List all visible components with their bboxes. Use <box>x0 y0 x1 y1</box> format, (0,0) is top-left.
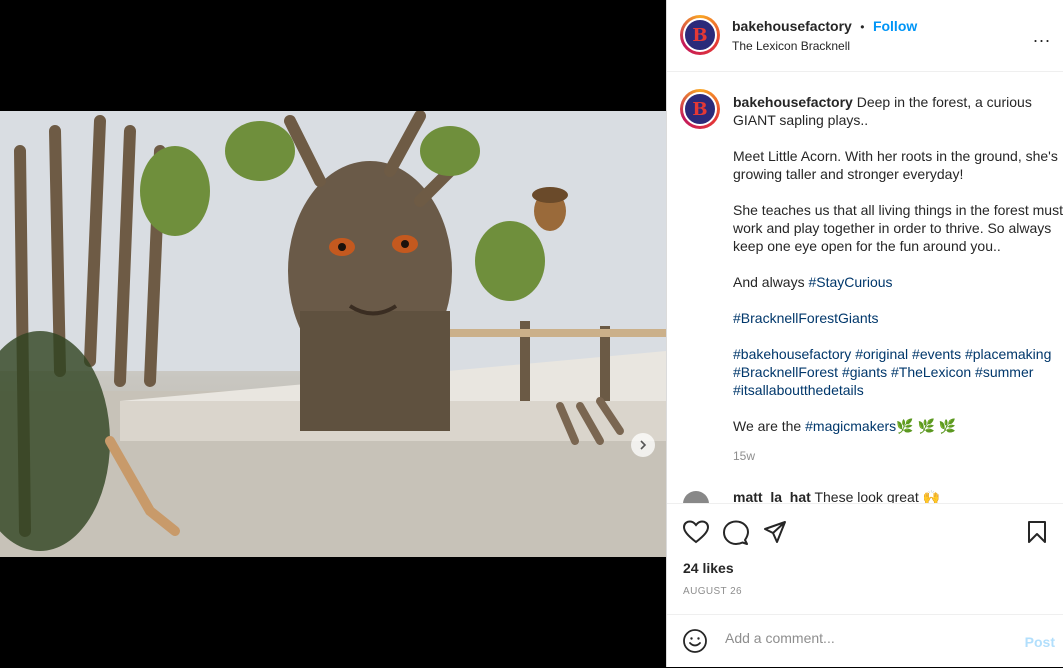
comments-section[interactable]: B bakehousefactory Deep in the forest, a… <box>667 71 1063 503</box>
add-comment-bar: Post <box>667 614 1063 668</box>
caption-text: We are the <box>733 418 806 434</box>
avatar[interactable]: B <box>680 15 720 55</box>
hashtag-link[interactable]: #BracknellForest <box>733 364 838 380</box>
caption-paragraph: She teaches us that all living things in… <box>733 202 1063 254</box>
caption-username[interactable]: bakehousefactory <box>733 94 853 110</box>
post-media <box>0 0 666 667</box>
hashtag-link[interactable]: #events <box>912 346 961 362</box>
next-image-button[interactable] <box>631 433 655 457</box>
hashtag-link[interactable]: #summer <box>975 364 1033 380</box>
comment-item: matt_la_hat These look great 🙌 <box>733 489 940 503</box>
hashtag-link[interactable]: #BracknellForestGiants <box>733 310 879 326</box>
post-header: B bakehousefactory • Follow The Lexicon … <box>667 0 1063 72</box>
post-comment-button[interactable]: Post <box>1025 634 1055 650</box>
hashtag-link[interactable]: #itsallaboutthedetails <box>733 382 864 398</box>
post-side-panel: B bakehousefactory • Follow The Lexicon … <box>666 0 1063 667</box>
emoji-icon[interactable] <box>683 629 707 653</box>
leaf-emoji: 🌿 🌿 🌿 <box>896 418 957 434</box>
commenter-avatar[interactable] <box>683 491 709 503</box>
share-icon[interactable] <box>763 520 787 544</box>
comment-text: These look great 🙌 <box>814 489 941 503</box>
post-date: AUGUST 26 <box>683 586 742 597</box>
hashtag-link[interactable]: #TheLexicon <box>891 364 971 380</box>
heart-icon[interactable] <box>683 520 709 544</box>
chevron-right-icon <box>640 440 647 450</box>
hashtag-link[interactable]: #placemaking <box>965 346 1051 362</box>
tree-giant-photo <box>0 111 666 557</box>
hashtag-link[interactable]: #StayCurious <box>808 274 892 290</box>
avatar-letter: B <box>683 18 717 52</box>
action-bar: 24 likes AUGUST 26 <box>667 503 1063 615</box>
comment-icon[interactable] <box>723 520 749 546</box>
comment-username[interactable]: matt_la_hat <box>733 489 811 503</box>
hashtag-link[interactable]: #bakehousefactory <box>733 346 851 362</box>
post-time-ago[interactable]: 15w <box>733 447 1063 465</box>
hashtag-link[interactable]: #original <box>855 346 908 362</box>
hashtag-link[interactable]: #giants <box>842 364 887 380</box>
comment-input[interactable] <box>723 629 1007 647</box>
caption: bakehousefactory Deep in the forest, a c… <box>733 93 1063 465</box>
bookmark-icon[interactable] <box>1027 520 1047 544</box>
caption-paragraph: Meet Little Acorn. With her roots in the… <box>733 148 1058 182</box>
hashtag-link[interactable]: #magicmakers <box>805 418 896 434</box>
location-link[interactable]: The Lexicon Bracknell <box>732 39 850 53</box>
avatar-letter: B <box>683 92 717 126</box>
likes-count[interactable]: 24 likes <box>683 560 734 576</box>
caption-text: And always <box>733 274 809 290</box>
separator-dot: • <box>860 20 865 34</box>
post-image[interactable] <box>0 111 666 557</box>
header-username[interactable]: bakehousefactory <box>732 18 852 34</box>
follow-button[interactable]: Follow <box>873 18 917 34</box>
more-options-button[interactable]: ... <box>1033 26 1051 47</box>
caption-avatar[interactable]: B <box>680 89 720 129</box>
